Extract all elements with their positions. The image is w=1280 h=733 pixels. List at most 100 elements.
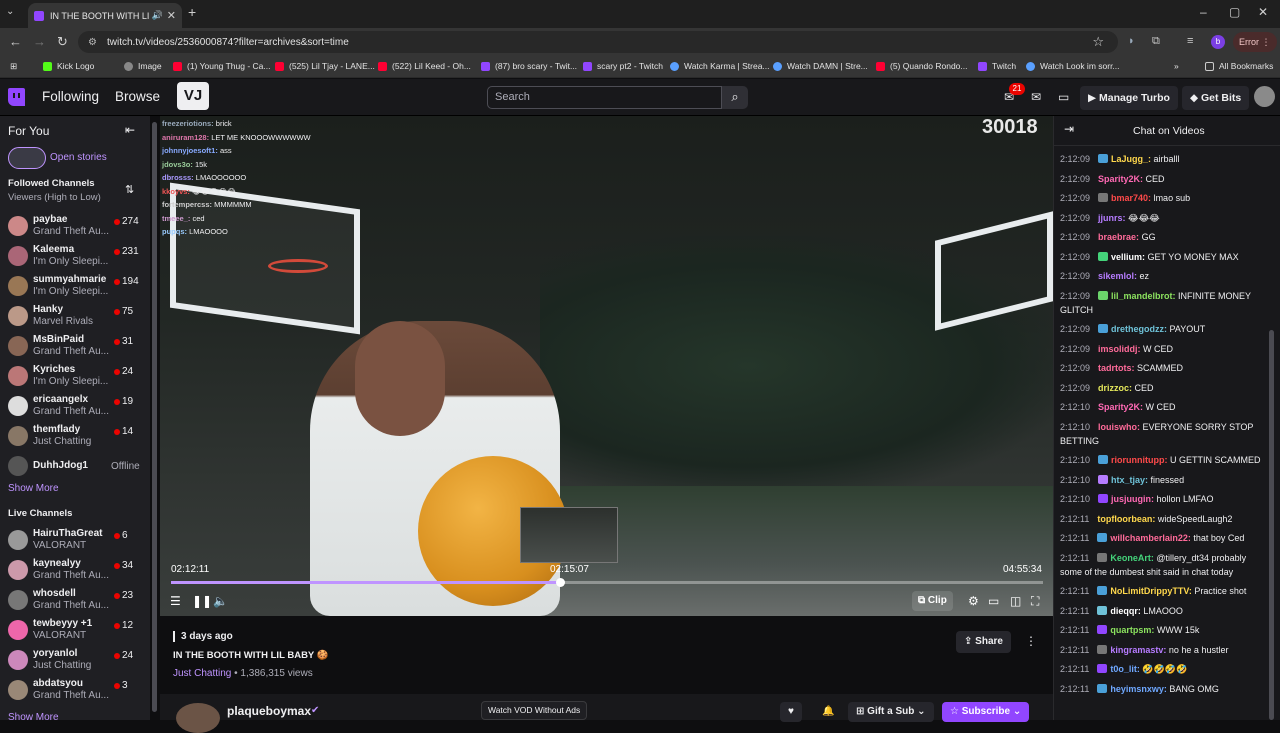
sidebar-channel[interactable]: yoryanlol Just Chatting 24 [0, 646, 150, 676]
bookmark-star-icon[interactable]: ☆ [1092, 34, 1104, 50]
sidebar-channel[interactable]: Hanky Marvel Rivals 75 [0, 302, 150, 332]
extensions-puzzle-icon[interactable]: ⧉ [1152, 35, 1160, 48]
chat-username[interactable]: jusjuugin: [1111, 494, 1154, 504]
chat-badge-icon[interactable] [1098, 474, 1109, 484]
watch-vod-without-ads-button[interactable]: Watch VOD Without Ads [481, 701, 588, 720]
chat-scrollbar[interactable] [1269, 330, 1274, 720]
following-link[interactable]: Following [42, 89, 99, 104]
chat-badge-icon[interactable] [1097, 586, 1108, 595]
chat-badge-icon[interactable] [1098, 193, 1109, 202]
audio-icon[interactable]: 🔊 [152, 10, 163, 21]
chat-username[interactable]: drethegodzz: [1111, 324, 1167, 334]
error-chip[interactable]: Error ⋮ [1233, 32, 1277, 52]
bookmark-item[interactable]: (525) Lil Tjay - LANE... [275, 61, 375, 71]
chat-timestamp[interactable]: 2:12:09 [1060, 363, 1090, 373]
sidebar-channel[interactable]: whosdell Grand Theft Au... 23 [0, 586, 150, 616]
bookmark-item[interactable]: (87) bro scary - Twit... [481, 61, 577, 71]
new-tab-icon[interactable]: + [188, 4, 196, 20]
chat-username[interactable]: riorunnitupp: [1111, 455, 1167, 465]
chat-badge-icon[interactable] [1097, 664, 1108, 673]
chat-username[interactable]: lil_mandelbrot: [1111, 291, 1176, 301]
forward-icon[interactable]: → [33, 34, 46, 49]
chat-badge-icon[interactable] [1098, 494, 1109, 503]
chat-timestamp[interactable]: 2:12:09 [1060, 383, 1090, 393]
chat-timestamp[interactable]: 2:12:09 [1060, 252, 1090, 262]
chat-badge-icon[interactable] [1097, 644, 1108, 654]
profile-avatar[interactable]: b [1211, 35, 1225, 49]
sidebar-channel[interactable]: Kyriches I'm Only Sleepi... 24 [0, 362, 150, 392]
bookmark-item[interactable]: Image [124, 61, 162, 71]
bookmark-item[interactable]: Watch Look im sorr... [1026, 61, 1120, 71]
user-avatar[interactable] [1254, 86, 1275, 107]
chat-badge-icon[interactable] [1098, 324, 1109, 333]
chat-timestamp[interactable]: 2:12:09 [1060, 213, 1090, 223]
sidebar-channel[interactable]: tewbeyyy +1 VALORANT 12 [0, 616, 150, 646]
chat-badge-icon[interactable] [1097, 533, 1108, 542]
search-input[interactable]: Search [487, 86, 722, 109]
chat-badge-icon[interactable] [1098, 290, 1109, 300]
chat-username[interactable]: drizzoc: [1098, 383, 1132, 393]
chat-timestamp[interactable]: 2:12:11 [1060, 606, 1089, 616]
url-bar[interactable]: ⚙ twitch.tv/videos/2536000874?filter=arc… [78, 31, 1118, 53]
back-icon[interactable]: ← [9, 34, 22, 49]
chat-timestamp[interactable]: 2:12:11 [1060, 664, 1089, 674]
volume-icon[interactable]: 🔈 [213, 594, 228, 608]
bookmark-item[interactable]: Watch DAMN | Stre... [773, 61, 868, 71]
chat-timestamp[interactable]: 2:12:11 [1060, 645, 1089, 655]
bookmark-item[interactable]: (1) Young Thug - Ca... [173, 61, 270, 71]
bookmarks-overflow-icon[interactable]: » [1174, 61, 1179, 71]
chat-username[interactable]: Sparity2K: [1098, 174, 1143, 184]
chat-timestamp[interactable]: 2:12:10 [1060, 455, 1090, 465]
chat-timestamp[interactable]: 2:12:09 [1060, 154, 1090, 164]
more-options-icon[interactable]: ⋮ [1025, 634, 1037, 648]
tab-list-chevron-icon[interactable]: ⌄ [6, 6, 14, 17]
fullscreen-icon[interactable]: ⛶ [1031, 594, 1039, 609]
seek-handle[interactable] [555, 578, 565, 587]
follow-heart-icon[interactable]: ♥ [780, 702, 802, 722]
gift-sub-button[interactable]: ⊞ Gift a Sub ⌄ [848, 702, 934, 722]
site-info-icon[interactable]: ⚙ [88, 37, 97, 48]
all-bookmarks[interactable]: All Bookmarks [1205, 61, 1273, 71]
chat-username[interactable]: sikemlol: [1098, 271, 1137, 281]
sidebar-channel[interactable]: summyahmarie I'm Only Sleepi... 194 [0, 272, 150, 302]
media-controls-icon[interactable]: ≡ [1187, 35, 1193, 47]
chat-username[interactable]: KeoneArt: [1110, 553, 1154, 563]
pause-icon[interactable]: ❚❚ [192, 594, 212, 608]
reload-icon[interactable]: ↻ [57, 34, 68, 50]
bookmark-item[interactable]: scary pt2 - Twitch [583, 61, 663, 71]
chat-timestamp[interactable]: 2:12:10 [1060, 475, 1090, 485]
minimize-icon[interactable]: – [1200, 5, 1207, 19]
scrollbar-thumb[interactable] [152, 122, 157, 712]
sidebar-channel[interactable]: HairuThaGreat VALORANT 6 [0, 526, 150, 556]
theatre-mode-icon[interactable]: ▭ [988, 594, 999, 608]
chat-username[interactable]: bmar740: [1111, 193, 1151, 203]
sidebar-channel[interactable]: Kaleema I'm Only Sleepi... 231 [0, 242, 150, 272]
chat-timestamp[interactable]: 2:12:11 [1060, 586, 1089, 596]
chat-username[interactable]: tadrtots: [1098, 363, 1135, 373]
sidebar-channel[interactable]: MsBinPaid Grand Theft Au... 31 [0, 332, 150, 362]
clip-button[interactable]: ⧉ Clip [912, 591, 953, 611]
show-more-live-link[interactable]: Show More [8, 712, 59, 720]
inbox-icon[interactable]: ✉ [1031, 90, 1041, 104]
extension-icon[interactable]: ◗ [1128, 35, 1135, 47]
channel-avatar[interactable] [176, 703, 220, 733]
get-bits-button[interactable]: ◆ Get Bits [1182, 86, 1250, 110]
open-stories-link[interactable]: Open stories [50, 152, 107, 163]
chat-username[interactable]: louiswho: [1098, 422, 1140, 432]
sidebar-channel[interactable]: kaynealyy Grand Theft Au... 34 [0, 556, 150, 586]
chat-timestamp[interactable]: 2:12:10 [1060, 402, 1090, 412]
notification-bell-icon[interactable]: 🔔 [814, 702, 842, 722]
chat-username[interactable]: braebrae: [1098, 232, 1139, 242]
chapters-icon[interactable]: ☰ [170, 594, 181, 608]
chat-badge-icon[interactable] [1097, 605, 1108, 615]
chat-username[interactable]: quartpsm: [1110, 625, 1154, 635]
collapse-chat-icon[interactable]: ⇥ [1064, 122, 1074, 136]
chat-badge-icon[interactable] [1097, 625, 1108, 634]
chat-timestamp[interactable]: 2:12:09 [1060, 271, 1090, 281]
sidebar-toggle-icon[interactable]: ◫ [1010, 594, 1021, 608]
chat-username[interactable]: heyimsnxwy: [1110, 684, 1167, 694]
chat-username[interactable]: topfloorbean: [1097, 514, 1155, 524]
subscribe-button[interactable]: ☆ Subscribe ⌄ [942, 702, 1030, 722]
browse-link[interactable]: Browse [115, 89, 160, 104]
chat-timestamp[interactable]: 2:12:11 [1060, 553, 1089, 563]
